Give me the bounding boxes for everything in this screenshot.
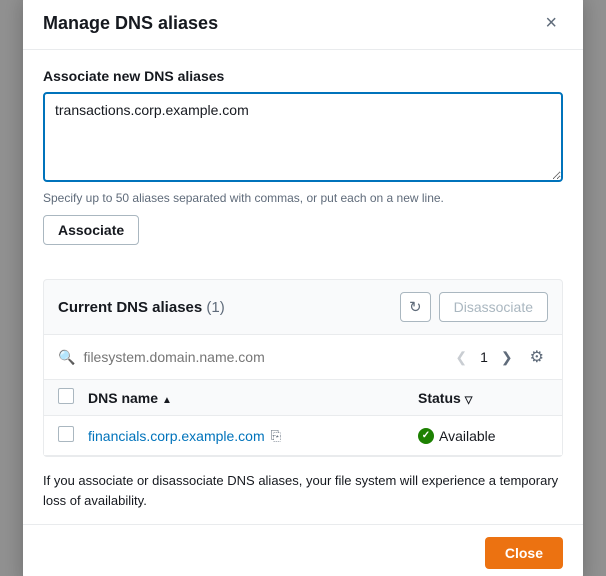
row-status: Available [418, 428, 548, 444]
modal-footer: Close [23, 524, 583, 576]
prev-page-button[interactable]: ❮ [450, 347, 472, 368]
footer-note: If you associate or disassociate DNS ali… [23, 457, 583, 524]
refresh-button[interactable]: ↻ [400, 292, 431, 322]
status-col-header[interactable]: Status [418, 390, 548, 406]
row-checkbox[interactable] [58, 426, 74, 442]
table-header: DNS name Status [44, 380, 562, 416]
alias-count: (1) [206, 299, 224, 316]
associate-label: Associate new DNS aliases [43, 68, 563, 84]
page-number: 1 [476, 349, 492, 365]
row-check-col [58, 426, 88, 445]
search-input[interactable] [83, 349, 442, 365]
header-actions: ↻ Disassociate [400, 292, 548, 322]
modal-overlay: Manage DNS aliases × Associate new DNS a… [0, 0, 606, 576]
search-bar: 🔍 ❮ 1 ❯ ⚙ [44, 335, 562, 380]
dns-alias-input[interactable]: transactions.corp.example.com [43, 92, 563, 182]
row-dns-name: financials.corp.example.com ⎘ [88, 428, 418, 444]
current-dns-title: Current DNS aliases (1) [58, 299, 225, 316]
status-available-icon [418, 428, 434, 444]
disassociate-button[interactable]: Disassociate [439, 292, 548, 322]
select-all-col [58, 388, 88, 407]
associate-button[interactable]: Associate [43, 215, 139, 245]
table-row: financials.corp.example.com ⎘ Available [44, 416, 562, 456]
dns-name-col-header[interactable]: DNS name [88, 390, 418, 406]
modal-header: Manage DNS aliases × [23, 0, 583, 50]
associate-section: Associate new DNS aliases transactions.c… [23, 50, 583, 263]
modal-title: Manage DNS aliases [43, 13, 218, 34]
pagination: ❮ 1 ❯ [450, 347, 517, 368]
close-button[interactable]: Close [485, 537, 563, 569]
refresh-icon: ↻ [409, 298, 422, 316]
status-sort-icon [465, 390, 473, 406]
settings-button[interactable]: ⚙ [526, 345, 548, 369]
current-dns-header: Current DNS aliases (1) ↻ Disassociate [44, 280, 562, 335]
copy-icon[interactable]: ⎘ [271, 428, 281, 444]
select-all-checkbox[interactable] [58, 388, 74, 404]
current-dns-section: Current DNS aliases (1) ↻ Disassociate 🔍… [43, 279, 563, 457]
dns-name-sort-icon [162, 390, 172, 406]
manage-dns-modal: Manage DNS aliases × Associate new DNS a… [23, 0, 583, 576]
next-page-button[interactable]: ❯ [496, 347, 518, 368]
search-icon: 🔍 [58, 349, 75, 366]
hint-text: Specify up to 50 aliases separated with … [43, 191, 563, 205]
close-icon-button[interactable]: × [539, 11, 563, 35]
